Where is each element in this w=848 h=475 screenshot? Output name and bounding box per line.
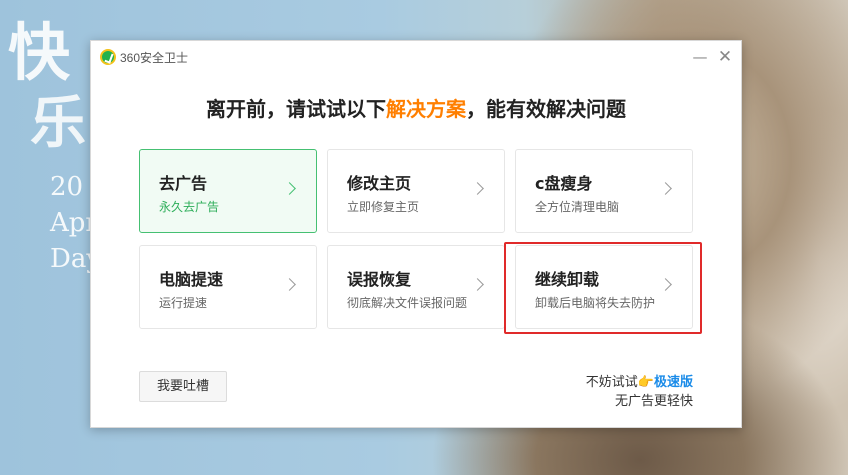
continue-uninstall-card[interactable]: 继续卸载 卸载后电脑将失去防护 (515, 245, 693, 329)
wallpaper-text-line-1: 20 (50, 172, 84, 202)
feedback-button[interactable]: 我要吐槽 (139, 371, 227, 402)
remove-ads-card[interactable]: 去广告 永久去广告 (139, 149, 317, 233)
fix-homepage-card[interactable]: 修改主页 立即修复主页 (327, 149, 505, 233)
window-title: 360安全卫士 (120, 51, 189, 65)
chevron-right-icon (283, 182, 296, 195)
chevron-right-icon (659, 278, 672, 291)
title-bar[interactable]: 360安全卫士 — ✕ (91, 41, 741, 73)
card-subtitle: 运行提速 (159, 296, 208, 310)
card-title: 电脑提速 (159, 270, 224, 289)
card-title: 去广告 (159, 174, 208, 193)
chevron-right-icon (283, 278, 296, 291)
card-subtitle: 永久去广告 (159, 200, 220, 214)
card-title: 修改主页 (347, 174, 412, 193)
wallpaper-text-large-2: 乐 (30, 90, 86, 156)
page-title: 离开前，请试试以下解决方案，能有效解决问题 (91, 93, 741, 122)
promo-prefix: 不妨试试 (585, 375, 638, 390)
card-subtitle: 彻底解决文件误报问题 (347, 296, 468, 310)
headline-highlight: 解决方案 (386, 97, 466, 121)
card-title: 误报恢复 (347, 270, 412, 289)
chevron-right-icon (659, 182, 672, 195)
c-drive-cleanup-card[interactable]: c盘瘦身 全方位清理电脑 (515, 149, 693, 233)
card-subtitle: 全方位清理电脑 (535, 200, 620, 214)
uninstall-dialog: 360安全卫士 — ✕ 离开前，请试试以下解决方案，能有效解决问题 去广告 永久… (90, 40, 742, 428)
close-button[interactable]: ✕ (715, 47, 735, 67)
card-title: c盘瘦身 (535, 174, 593, 193)
headline-prefix: 离开前，请试试以下 (206, 97, 386, 121)
card-title: 继续卸载 (535, 270, 600, 289)
chevron-right-icon (471, 278, 484, 291)
card-subtitle: 立即修复主页 (347, 200, 420, 214)
false-positive-restore-card[interactable]: 误报恢复 彻底解决文件误报问题 (327, 245, 505, 329)
headline-suffix: ，能有效解决问题 (466, 97, 626, 121)
promo-subtext: 无广告更轻快 (614, 394, 693, 409)
minimize-button[interactable]: — (690, 47, 710, 67)
chevron-right-icon (471, 182, 484, 195)
360-logo-icon (100, 49, 116, 65)
card-subtitle: 卸载后电脑将失去防护 (535, 296, 656, 310)
speed-up-card[interactable]: 电脑提速 运行提速 (139, 245, 317, 329)
lite-version-link[interactable]: 极速版 (654, 375, 693, 390)
promo-text: 不妨试试👉极速版 (586, 371, 693, 390)
pointing-hand-icon: 👉 (637, 375, 654, 390)
